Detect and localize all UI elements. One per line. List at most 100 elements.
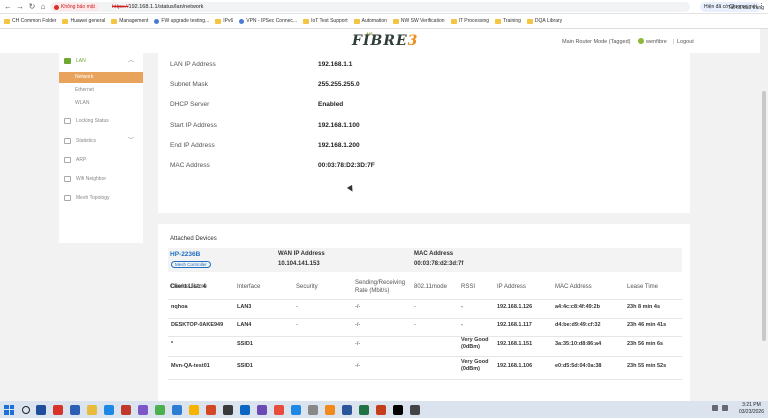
- table-cell: LAN4: [237, 322, 252, 328]
- taskbar-app-icon[interactable]: [359, 404, 369, 415]
- taskbar-app-icon[interactable]: [87, 404, 97, 415]
- col-80211mode-header: 802.11mode: [414, 284, 447, 290]
- back-icon[interactable]: ←: [3, 2, 13, 12]
- taskbar-app-icon[interactable]: [291, 404, 301, 415]
- table-cell: 192.168.1.117: [497, 322, 532, 328]
- taskbar-app-icon[interactable]: [376, 404, 386, 415]
- bookmark-item[interactable]: IT Processing: [450, 18, 489, 24]
- sidebar-item-label: Network: [75, 74, 94, 80]
- security-label: Không bảo mật: [61, 4, 95, 10]
- row-divider: [168, 318, 682, 319]
- taskbar-app-icon[interactable]: [240, 404, 250, 415]
- bookmark-label: NW SW Verification: [400, 18, 445, 24]
- sidebar-item-network[interactable]: Network: [59, 72, 143, 83]
- taskbar-app-icon[interactable]: [53, 404, 63, 415]
- forward-icon[interactable]: →: [15, 2, 25, 12]
- sidebar-item-label: Statistics: [76, 138, 97, 144]
- table-cell: -: [461, 304, 463, 310]
- table-cell: Mvn-QA-test01: [171, 363, 210, 369]
- bookmark-item[interactable]: IPv6: [215, 18, 233, 24]
- table-cell: SSID1: [237, 363, 253, 369]
- router-page: AIS FIBRE3 Main Router Mode (Tagged) wen…: [0, 29, 768, 401]
- bookmark-item[interactable]: Automation: [353, 18, 387, 24]
- bookmark-item[interactable]: VPN - IPSec Connec...: [239, 18, 297, 24]
- taskbar-app-icon[interactable]: [325, 404, 335, 415]
- col-ip-address-header: IP Address: [497, 284, 526, 290]
- table-cell: -: [296, 322, 298, 328]
- scrollbar[interactable]: [760, 29, 768, 401]
- url-text[interactable]: https://192.168.1.1/status/lan/network: [112, 3, 203, 11]
- row-divider: [168, 336, 682, 337]
- device-name-link[interactable]: HP-2236B: [170, 251, 200, 258]
- taskbar-app-icon[interactable]: [223, 404, 233, 415]
- folder-icon: [62, 18, 69, 24]
- taskbar-app-icon[interactable]: [308, 404, 318, 415]
- bookmark-item[interactable]: FW upgrade testing...: [154, 18, 209, 24]
- search-icon[interactable]: [22, 405, 30, 414]
- reload-icon[interactable]: ↻: [27, 2, 37, 12]
- wan-ip-value: 10.104.141.153: [278, 261, 320, 267]
- sidebar-item-label: Locking Status: [76, 118, 109, 124]
- taskbar-app-icon[interactable]: [274, 404, 284, 415]
- sidebar-item-arp[interactable]: ARP: [59, 154, 143, 166]
- sidebar-item-mesh-topology[interactable]: Mesh Topology: [59, 192, 143, 204]
- all-bookmarks-link[interactable]: Tất cả dấu trang: [728, 5, 764, 11]
- bookmark-item[interactable]: Huawei general: [62, 18, 105, 24]
- taskbar-app-icon[interactable]: [206, 404, 216, 415]
- bookmark-item[interactable]: Management: [111, 18, 148, 24]
- sidebar-item-wifi-neighbor[interactable]: Wifi Neighbor: [59, 173, 143, 185]
- windows-start-icon[interactable]: [4, 404, 14, 415]
- bookmark-item[interactable]: CH Common Folder: [4, 18, 56, 24]
- table-cell: 23h 55 min 52s: [627, 363, 667, 369]
- bookmark-label: IPv6: [223, 18, 234, 24]
- sidebar-item-statistics[interactable]: Statistics ﹀: [59, 135, 143, 147]
- sidebar: LAN ︿ Network Ethernet WLAN Locking Stat…: [59, 53, 143, 243]
- home-icon[interactable]: ⌂: [38, 2, 48, 12]
- logo-text: FIBRE: [352, 33, 408, 49]
- topology-icon: [64, 195, 71, 201]
- taskbar-app-icon[interactable]: [104, 404, 114, 415]
- security-warning-chip[interactable]: Không bảo mật: [52, 3, 99, 11]
- folder-icon: [450, 18, 457, 24]
- taskbar: 3:21 PM 03/23/2026: [0, 401, 768, 418]
- sidebar-item-lan[interactable]: LAN ︿: [59, 55, 143, 67]
- sidebar-item-wlan[interactable]: WLAN: [59, 98, 143, 108]
- lan-info-label: Subnet Mask: [170, 81, 208, 88]
- taskbar-app-icon[interactable]: [172, 404, 182, 415]
- taskbar-app-icon[interactable]: [257, 404, 267, 415]
- bookmark-item[interactable]: IoT Test Support: [303, 18, 348, 24]
- table-cell: 3a:35:10:d8:86:a4: [555, 341, 602, 347]
- taskbar-app-icon[interactable]: [155, 404, 165, 415]
- sidebar-item-locking-status[interactable]: Locking Status: [59, 115, 143, 127]
- url-bar[interactable]: Không bảo mật https://192.168.1.1/status…: [50, 2, 690, 12]
- bookmark-label: CH Common Folder: [12, 18, 57, 24]
- taskbar-app-icon[interactable]: [138, 404, 148, 415]
- clock[interactable]: 3:21 PM 03/23/2026: [739, 402, 764, 416]
- mac-value: 00:03:78:d2:3d:7f: [414, 261, 464, 267]
- site-icon: [154, 18, 160, 24]
- bookmark-item[interactable]: DQA Library: [526, 18, 562, 24]
- table-cell: -/-: [355, 322, 361, 328]
- taskbar-app-icon[interactable]: [36, 404, 46, 415]
- sidebar-item-ethernet[interactable]: Ethernet: [59, 85, 143, 95]
- router-mode: Main Router Mode (Tagged): [562, 39, 631, 45]
- network-icon[interactable]: [712, 405, 718, 411]
- col-rate-header: Sending/Receiving Rate (Mbit/s): [355, 280, 406, 294]
- lan-info-label: MAC Address: [170, 162, 210, 169]
- scroll-thumb[interactable]: [762, 91, 766, 341]
- table-cell: 192.168.1.126: [497, 304, 533, 310]
- taskbar-app-icon[interactable]: [342, 404, 352, 415]
- lan-info-label: DHCP Server: [170, 101, 210, 108]
- taskbar-app-icon[interactable]: [410, 404, 420, 415]
- volume-icon[interactable]: [722, 405, 728, 411]
- lan-info-value: 255.255.255.0: [318, 81, 360, 88]
- bookmark-label: FW upgrade testing...: [161, 18, 210, 24]
- logout-link[interactable]: Logout: [677, 39, 694, 45]
- taskbar-app-icon[interactable]: [70, 404, 80, 415]
- col-lease-time-header: Lease Time: [627, 284, 659, 290]
- taskbar-app-icon[interactable]: [393, 404, 403, 415]
- taskbar-app-icon[interactable]: [121, 404, 131, 415]
- bookmark-item[interactable]: NW SW Verification: [392, 18, 445, 24]
- bookmark-item[interactable]: Training: [495, 18, 521, 24]
- taskbar-app-icon[interactable]: [189, 404, 199, 415]
